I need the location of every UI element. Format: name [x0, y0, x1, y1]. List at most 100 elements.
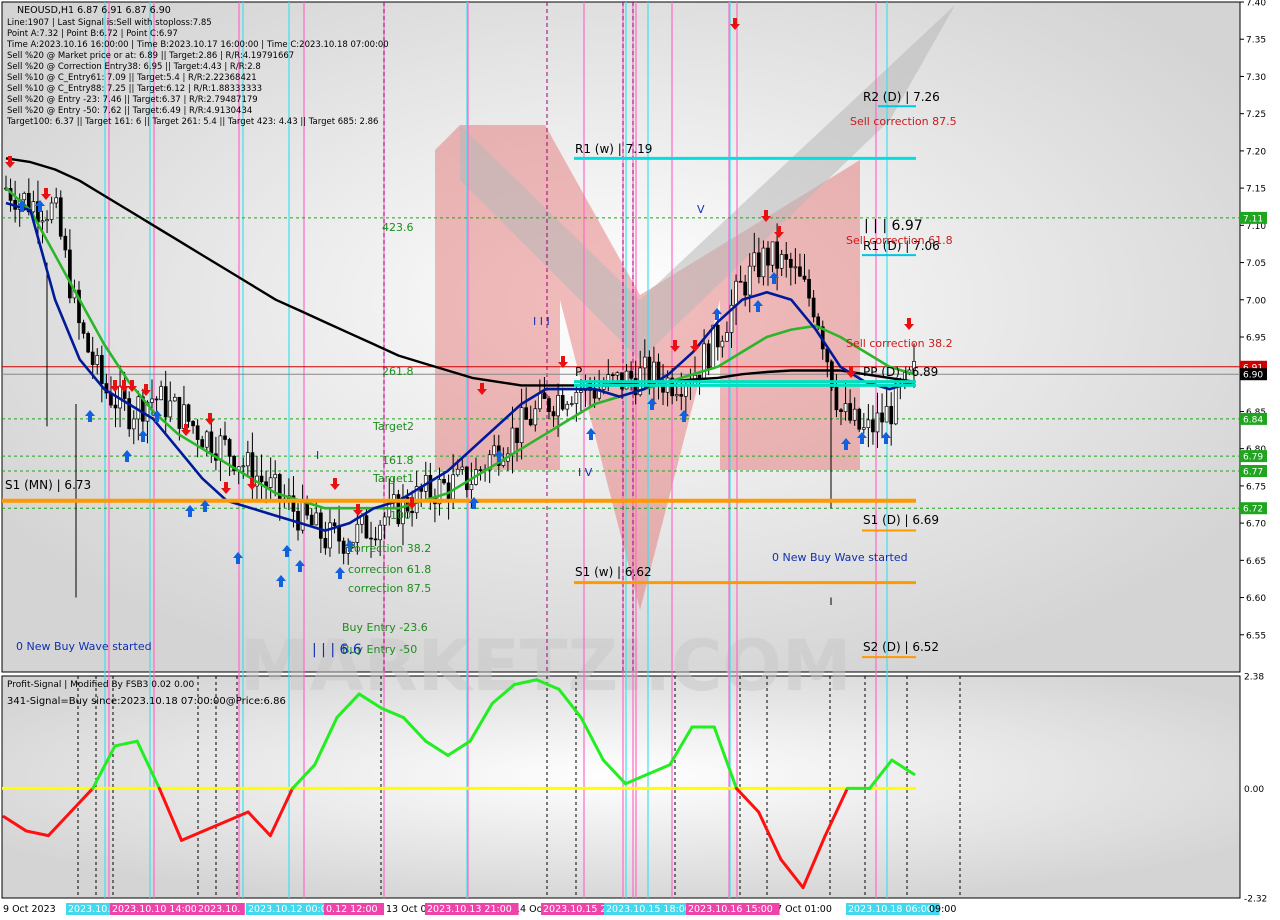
candle-body: [460, 466, 465, 470]
sell-correction-annotation: Sell correction 87.5: [850, 115, 957, 128]
candle-body: [861, 427, 866, 430]
fib-annotation: 100: [390, 509, 411, 522]
time-label: 2023.10.16 15:00: [688, 904, 773, 915]
candle-body: [875, 412, 880, 433]
candle-body: [186, 404, 191, 422]
candle-body: [524, 407, 529, 420]
candle-body: [323, 537, 328, 549]
candle-body: [204, 431, 209, 448]
candle-body: [579, 390, 583, 393]
candle-body: [697, 374, 702, 379]
price-badge-label: 6.79: [1243, 453, 1263, 463]
info-line: Target100: 6.37 || Target 161: 6 || Targ…: [6, 117, 378, 127]
candle-body: [834, 386, 839, 411]
candle-body: [131, 418, 136, 430]
candle-body: [314, 512, 319, 526]
candle-body: [798, 266, 802, 277]
time-label: 2023.10.18 06:00: [848, 904, 933, 915]
candle-body: [574, 392, 579, 404]
candle-body: [725, 332, 729, 342]
oscillator-tick-label: -2.32: [1244, 895, 1267, 905]
candle-body: [259, 475, 264, 483]
candle-body: [793, 266, 798, 269]
candle-body: [784, 254, 789, 260]
candle-body: [309, 514, 314, 526]
candle-body: [642, 356, 647, 369]
price-tick-label: 6.70: [1246, 520, 1266, 530]
price-badge-label: 6.84: [1243, 415, 1263, 425]
oscillator-tick-label: 0.00: [1244, 785, 1264, 795]
time-label: 2023.10.13 21:00: [427, 904, 512, 915]
pivot-level-label: S1 (D) | 6.69: [863, 513, 939, 527]
candle-body: [45, 219, 49, 222]
time-label: 2023.10.: [198, 904, 240, 915]
candle-body: [880, 412, 884, 423]
candle-body: [49, 202, 54, 220]
oscillator-title: Profit-Signal | Modified By FSB3 0.02 0.…: [7, 680, 194, 690]
info-line: Line:1907 | Last Signal is:Sell with sto…: [7, 18, 212, 28]
candle-body: [852, 408, 857, 421]
candle-body: [515, 427, 519, 444]
candle-body: [159, 386, 163, 401]
fib-annotation: Buy Entry -23.6: [342, 621, 428, 634]
candle-body: [355, 523, 360, 543]
fib-annotation: correction 87.5: [348, 582, 431, 595]
trading-chart: MARKETZI.COM R2 (D) | 7.26R1 (w) | 7.19R…: [1, 0, 1267, 915]
candle-body: [848, 403, 852, 421]
price-badge-label: 6.72: [1243, 505, 1263, 515]
candle-body: [738, 280, 743, 283]
candle-body: [843, 403, 848, 412]
time-label: 0.12 12:00: [326, 904, 378, 915]
candle-body: [533, 408, 538, 426]
candle-body: [478, 469, 483, 472]
candle-body: [154, 398, 159, 401]
candle-body: [788, 258, 793, 268]
candle-body: [451, 474, 456, 500]
candle-body: [501, 460, 506, 466]
candle-body: [702, 343, 706, 379]
candle-body: [893, 383, 898, 425]
info-line: Sell %20 @ Correction Entry38: 6.95 || T…: [7, 62, 261, 72]
candle-body: [757, 252, 761, 278]
candle-body: [227, 439, 232, 457]
candle-body: [601, 386, 606, 390]
candle-body: [268, 477, 273, 488]
candle-body: [510, 427, 515, 455]
candle-body: [715, 324, 720, 348]
candle-body: [519, 407, 524, 444]
candle-body: [839, 409, 843, 412]
fib-annotation: correction 61.8: [348, 563, 431, 576]
price-badge-label: 6.77: [1243, 468, 1263, 478]
candle-body: [592, 390, 597, 399]
price-badge-label: 6.90: [1243, 371, 1263, 381]
candle-body: [200, 439, 205, 448]
candle-body: [811, 297, 816, 318]
candle-body: [150, 398, 154, 403]
candle-body: [884, 406, 889, 423]
candle-body: [273, 474, 278, 479]
candle-body: [720, 340, 725, 348]
candle-body: [341, 540, 346, 554]
candle-body: [113, 404, 118, 409]
candle-body: [391, 494, 396, 500]
candle-body: [373, 538, 378, 541]
candle-body: [528, 418, 533, 426]
candle-body: [332, 522, 337, 527]
time-label: 9 Oct 2023: [3, 904, 56, 915]
candle-body: [743, 281, 748, 296]
candle-body: [565, 403, 570, 410]
candle-body: [428, 475, 433, 498]
candle-body: [629, 370, 633, 379]
candle-body: [378, 524, 383, 541]
wave-annotation: | | | 6.97: [864, 218, 923, 234]
candle-body: [195, 425, 200, 440]
info-line: Sell %20 @ Market price or at: 6.89 || T…: [7, 51, 294, 61]
pivot-level-label: S1 (w) | 6.62: [575, 565, 652, 579]
wave-annotation: I: [316, 449, 319, 462]
time-label: 2023.10.10 14:00: [112, 904, 197, 915]
candle-body: [537, 392, 542, 410]
candle-body: [469, 484, 474, 490]
candle-body: [492, 445, 497, 456]
price-tick-label: 6.55: [1246, 631, 1266, 641]
info-line: Point A:7.32 | Point B:6.72 | Point C:6.…: [7, 29, 178, 39]
